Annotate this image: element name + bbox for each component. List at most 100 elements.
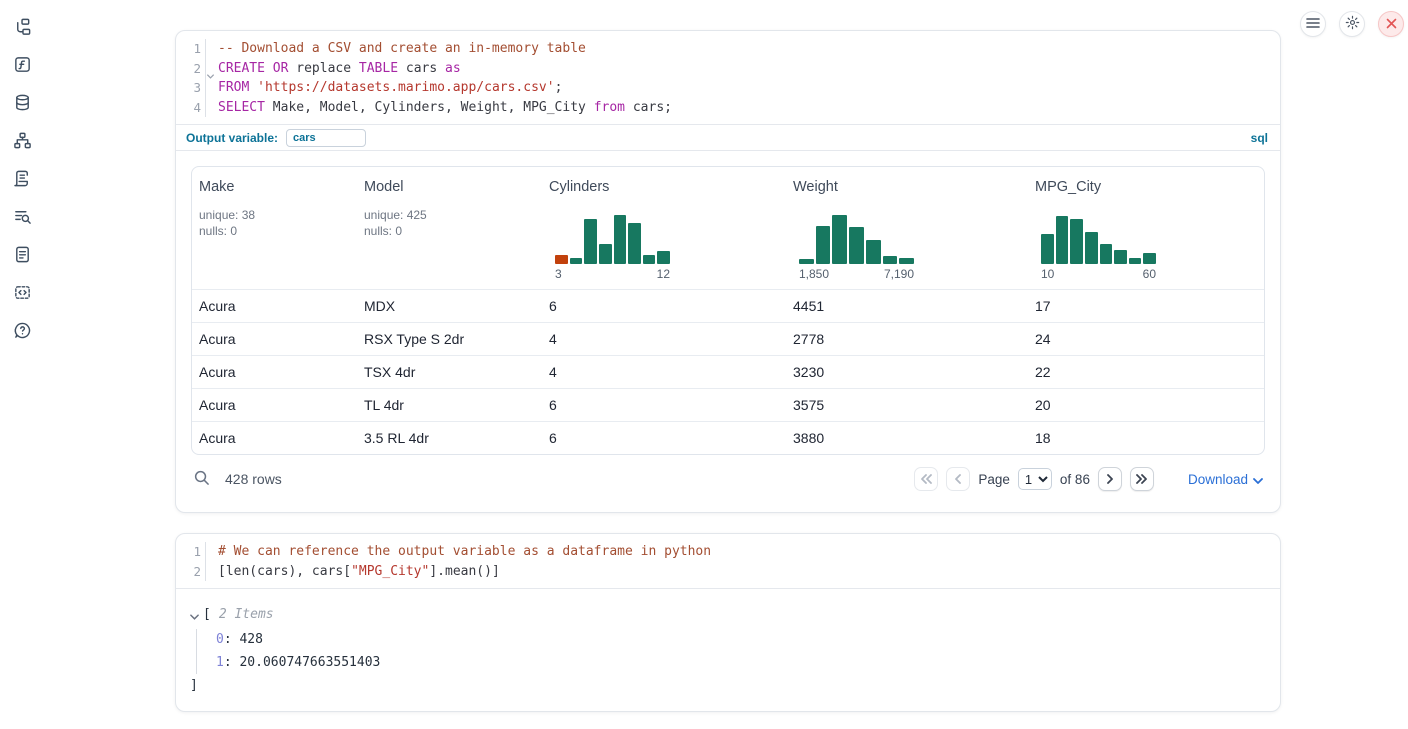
download-label: Download [1188, 472, 1248, 487]
code-line[interactable]: 3FROM 'https://datasets.marimo.app/cars.… [176, 78, 1280, 98]
first-page-button[interactable] [914, 467, 938, 491]
fold-chevron-icon[interactable] [207, 65, 214, 85]
histogram-bar[interactable] [570, 258, 583, 264]
table-cell: Acura [192, 422, 357, 454]
chevron-right-icon [1106, 472, 1114, 487]
sidebar-item-file-explorer[interactable] [10, 16, 34, 40]
line-number: 4 [176, 98, 206, 118]
histogram-bar[interactable] [1100, 244, 1113, 264]
menu-button[interactable] [1300, 11, 1326, 37]
histogram-bar[interactable] [1129, 258, 1142, 264]
table-row[interactable]: Acura3.5 RL 4dr6388018 [192, 421, 1264, 454]
page-total-label: of 86 [1060, 472, 1090, 487]
histogram-bar[interactable] [614, 215, 627, 264]
histogram-bar[interactable] [599, 244, 612, 264]
python-code-editor[interactable]: 1# We can reference the output variable … [176, 534, 1280, 588]
list-item-value: : 20.060747663551403 [224, 655, 381, 670]
left-sidebar [0, 0, 44, 729]
histogram-bar[interactable] [866, 240, 881, 264]
histogram-bar[interactable] [1070, 219, 1083, 264]
hamburger-icon [1306, 17, 1320, 32]
sidebar-item-snippets[interactable] [10, 282, 34, 306]
sidebar-item-datasources[interactable] [10, 92, 34, 116]
next-page-button[interactable] [1098, 467, 1122, 491]
table-row[interactable]: AcuraTL 4dr6357520 [192, 388, 1264, 421]
row-count-label: 428 rows [225, 471, 282, 487]
histogram-bar[interactable] [899, 258, 914, 264]
table-cell: 4 [542, 356, 786, 388]
sidebar-item-logs[interactable] [10, 206, 34, 230]
histogram-bar[interactable] [1056, 216, 1069, 264]
table-cell: 3230 [786, 356, 1028, 388]
column-stats: unique: 425nulls: 0 [364, 207, 534, 239]
download-button[interactable]: Download [1188, 472, 1263, 487]
gear-icon [1345, 15, 1360, 33]
histogram-bar[interactable] [1085, 232, 1098, 264]
previous-page-button[interactable] [946, 467, 970, 491]
line-number: 1 [176, 39, 206, 59]
table-row[interactable]: AcuraRSX Type S 2dr4277824 [192, 322, 1264, 355]
column-header-mpg_city[interactable]: MPG_City1060 [1028, 167, 1264, 289]
output-variable-input[interactable] [286, 129, 366, 147]
last-page-button[interactable] [1130, 467, 1154, 491]
histogram-bar[interactable] [1114, 250, 1127, 264]
histogram-bar[interactable] [832, 215, 847, 264]
sql-cell-output: Makeunique: 38nulls: 0Modelunique: 425nu… [176, 151, 1280, 506]
line-number: 1 [176, 542, 206, 562]
histogram-bar[interactable] [584, 219, 597, 264]
sidebar-item-documentation[interactable] [10, 244, 34, 268]
histogram-bar[interactable] [883, 256, 898, 264]
column-header-model[interactable]: Modelunique: 425nulls: 0 [357, 167, 542, 289]
column-histogram: 1,8507,190 [799, 212, 914, 281]
histogram-bar[interactable] [643, 255, 656, 264]
histogram-bar[interactable] [555, 255, 568, 264]
chevron-left-icon [954, 472, 962, 487]
code-text: -- Download a CSV and create an in-memor… [206, 39, 586, 59]
settings-button[interactable] [1339, 11, 1365, 37]
code-line[interactable]: 1-- Download a CSV and create an in-memo… [176, 39, 1280, 59]
histogram-bar[interactable] [1041, 234, 1054, 264]
histogram-bar[interactable] [628, 223, 641, 264]
code-text: [len(cars), cars["MPG_City"].mean()] [206, 562, 500, 582]
page-select[interactable]: 1 [1018, 468, 1052, 490]
collapse-list-button[interactable] [190, 608, 199, 623]
sql-cell-footer: Output variable: sql [176, 124, 1280, 151]
close-button[interactable] [1378, 11, 1404, 37]
histogram-bar[interactable] [1143, 253, 1156, 264]
line-number: 3 [176, 78, 206, 98]
histogram-bar[interactable] [816, 226, 831, 264]
code-line[interactable]: 2CREATE OR replace TABLE cars as [176, 59, 1280, 79]
sidebar-item-dependency-graph[interactable] [10, 130, 34, 154]
list-search-icon [13, 207, 32, 229]
histogram-bar[interactable] [657, 251, 670, 264]
column-header-cylinders[interactable]: Cylinders312 [542, 167, 786, 289]
sql-cell: 1-- Download a CSV and create an in-memo… [175, 30, 1281, 513]
sidebar-item-scratchpad[interactable] [10, 168, 34, 192]
table-row[interactable]: AcuraMDX6445117 [192, 289, 1264, 322]
histogram-bar[interactable] [799, 259, 814, 264]
code-line[interactable]: 1# We can reference the output variable … [176, 542, 1280, 562]
chevrons-left-icon [920, 472, 932, 487]
page-label: Page [978, 472, 1010, 487]
code-line[interactable]: 4SELECT Make, Model, Cylinders, Weight, … [176, 98, 1280, 118]
column-header-weight[interactable]: Weight1,8507,190 [786, 167, 1028, 289]
sidebar-item-help[interactable] [10, 320, 34, 344]
database-icon [13, 93, 32, 115]
table-search-button[interactable] [193, 469, 210, 489]
histogram-bar[interactable] [849, 227, 864, 264]
table-cell: 2778 [786, 323, 1028, 355]
list-open-bracket: [ [203, 605, 211, 625]
table-row[interactable]: AcuraTSX 4dr4323022 [192, 355, 1264, 388]
code-text: FROM 'https://datasets.marimo.app/cars.c… [206, 78, 562, 98]
sidebar-item-variables[interactable] [10, 54, 34, 78]
sql-code-editor[interactable]: 1-- Download a CSV and create an in-memo… [176, 31, 1280, 124]
column-header-make[interactable]: Makeunique: 38nulls: 0 [192, 167, 357, 289]
list-items-count: 2 Items [219, 605, 274, 625]
column-title: MPG_City [1035, 179, 1256, 195]
table-cell: 3880 [786, 422, 1028, 454]
code-text: CREATE OR replace TABLE cars as [206, 59, 461, 79]
column-stats: unique: 38nulls: 0 [199, 207, 349, 239]
code-line[interactable]: 2[len(cars), cars["MPG_City"].mean()] [176, 562, 1280, 582]
table-cell: 3575 [786, 389, 1028, 421]
table-cell: 24 [1028, 323, 1264, 355]
